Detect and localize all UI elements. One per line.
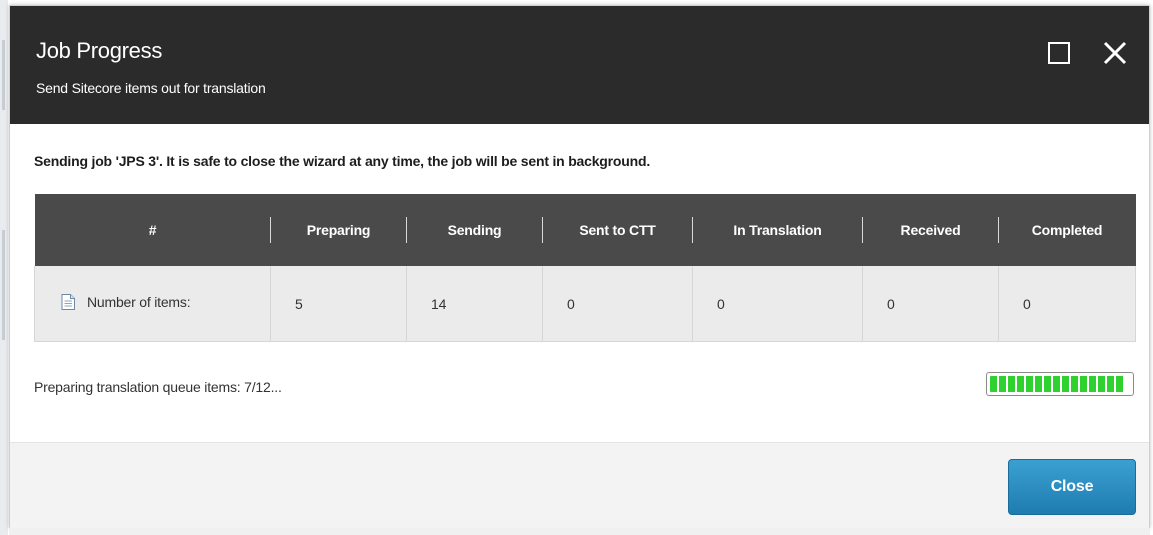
close-icon [1103,41,1127,65]
dialog-header: Job Progress Send Sitecore items out for… [10,6,1149,124]
column-header-in-translation: In Translation [692,194,863,266]
column-header-received: Received [862,194,999,266]
job-status-table: # Preparing Sending Sent to CTT In Trans… [34,194,1136,342]
document-icon [61,294,75,310]
cell-sent-to-ctt: 0 [542,266,693,342]
cell-sending: 14 [406,266,543,342]
row-label-cell: Number of items: [34,266,271,342]
column-header-number: # [34,194,271,266]
close-button[interactable]: Close [1008,459,1136,515]
cell-in-translation: 0 [692,266,863,342]
status-message: Sending job 'JPS 3'. It is safe to close… [34,153,651,169]
dialog-body: Sending job 'JPS 3'. It is safe to close… [10,124,1149,442]
job-progress-dialog: Job Progress Send Sitecore items out for… [9,5,1150,528]
maximize-icon [1048,42,1070,64]
cell-completed: 0 [998,266,1136,342]
column-header-preparing: Preparing [270,194,407,266]
progress-bar-fill [990,376,1125,392]
background-divider [2,40,5,110]
cell-preparing: 5 [270,266,407,342]
progress-bar [986,372,1134,396]
column-header-sent-to-ctt: Sent to CTT [542,194,693,266]
background-window-edge [9,528,1150,535]
column-header-completed: Completed [998,194,1136,266]
column-header-sending: Sending [406,194,543,266]
dialog-title: Job Progress [36,38,163,63]
row-label: Number of items: [87,294,191,310]
table-row: Number of items: 5 14 0 0 0 0 [34,266,1136,342]
dialog-footer: Close [10,442,1149,528]
progress-status-text: Preparing translation queue items: 7/12.… [34,379,282,395]
close-dialog-button[interactable] [1098,36,1132,70]
background-window [0,0,8,535]
table-header-row: # Preparing Sending Sent to CTT In Trans… [34,194,1136,266]
maximize-button[interactable] [1042,36,1076,70]
dialog-subtitle: Send Sitecore items out for translation [36,80,266,96]
cell-received: 0 [862,266,999,342]
background-divider [2,230,5,340]
